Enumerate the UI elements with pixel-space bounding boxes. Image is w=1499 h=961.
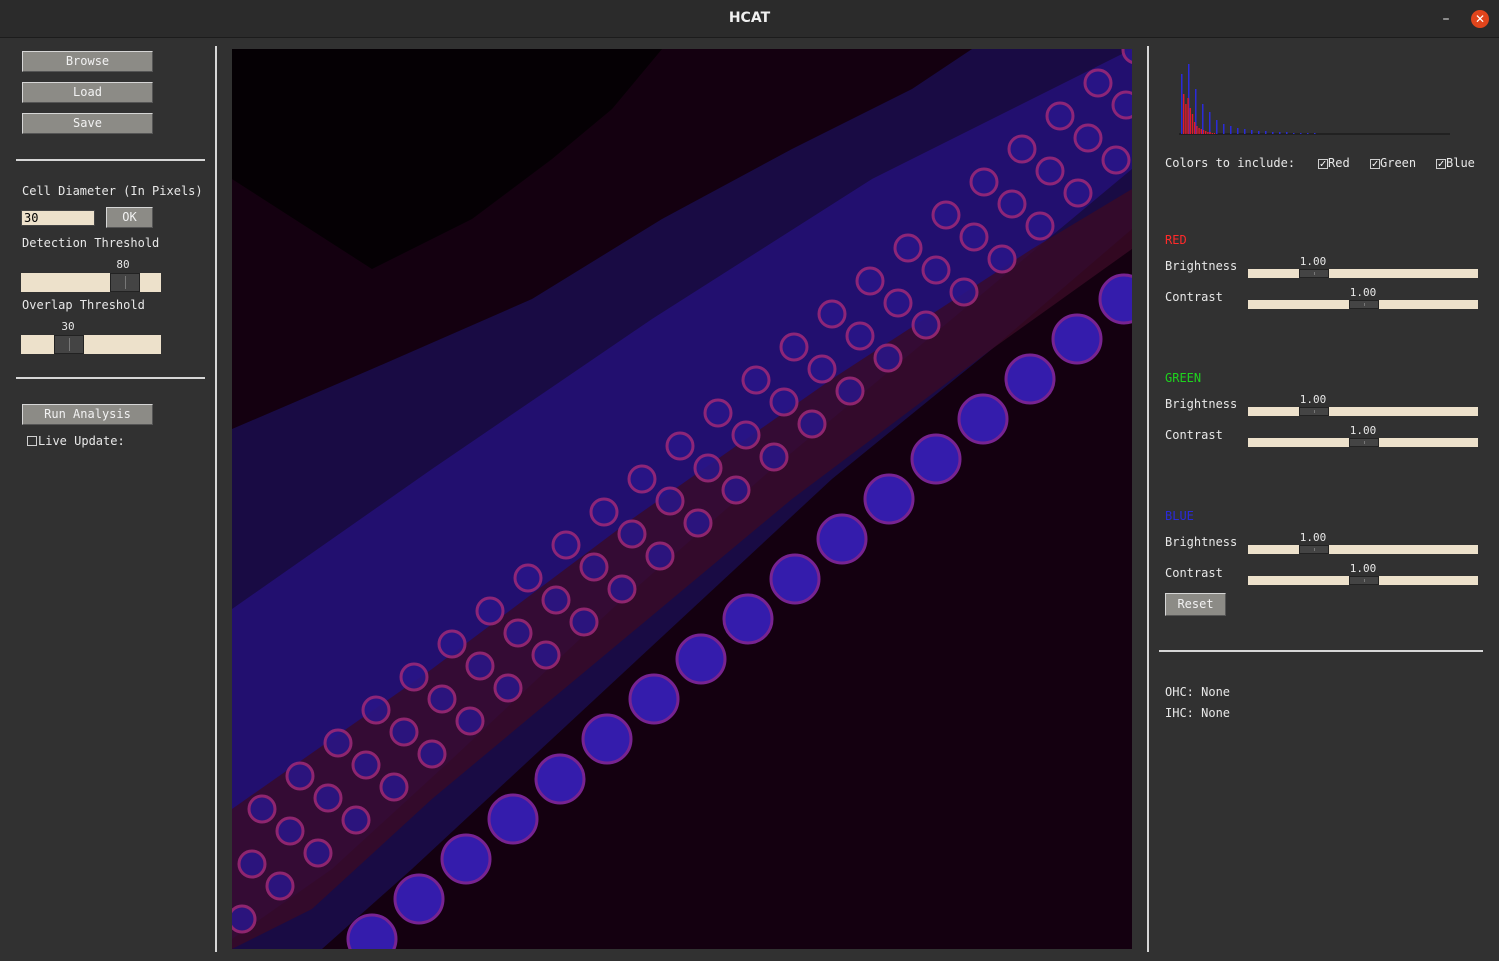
title-bar: HCAT – ✕ xyxy=(0,0,1499,38)
blue-contrast-value: 1.00 xyxy=(1349,562,1377,575)
microscopy-image xyxy=(232,49,1132,949)
blue-brightness-value: 1.00 xyxy=(1299,531,1327,544)
blue-contrast-label: Contrast xyxy=(1165,566,1223,580)
blue-contrast-slider-thumb[interactable] xyxy=(1349,576,1379,585)
overlap-threshold-label: Overlap Threshold xyxy=(22,298,145,312)
red-brightness-value: 1.00 xyxy=(1299,255,1327,268)
blue-channel-title: BLUE xyxy=(1165,509,1194,523)
red-brightness-slider-thumb[interactable] xyxy=(1299,269,1329,278)
blue-brightness-label: Brightness xyxy=(1165,535,1238,549)
green-contrast-label: Contrast xyxy=(1165,428,1223,442)
green-contrast-slider-thumb[interactable] xyxy=(1349,438,1379,447)
right-separator xyxy=(1159,650,1483,652)
blue-brightness-slider-thumb[interactable] xyxy=(1299,545,1329,554)
browse-button[interactable]: Browse xyxy=(22,51,153,72)
ok-button[interactable]: OK xyxy=(106,207,153,228)
live-update-label: Live Update: xyxy=(38,434,125,448)
red-contrast-slider[interactable] xyxy=(1248,300,1478,309)
minimize-icon[interactable]: – xyxy=(1438,6,1454,30)
blue-checkbox-label: Blue xyxy=(1446,156,1475,170)
green-brightness-slider-thumb[interactable] xyxy=(1299,407,1329,416)
histogram xyxy=(1179,64,1450,135)
red-brightness-label: Brightness xyxy=(1165,259,1238,273)
blue-contrast-slider[interactable] xyxy=(1248,576,1478,585)
load-button[interactable]: Load xyxy=(22,82,153,103)
left-separator-bottom xyxy=(16,377,205,379)
ohc-count: OHC: None xyxy=(1165,685,1231,699)
right-divider xyxy=(1147,46,1149,952)
cell-diameter-input[interactable]: 30 xyxy=(21,210,95,226)
reset-button[interactable]: Reset xyxy=(1165,593,1226,616)
red-contrast-slider-thumb[interactable] xyxy=(1349,300,1379,309)
detection-threshold-slider-thumb[interactable] xyxy=(110,273,140,292)
blue-checkbox[interactable]: ✓ xyxy=(1436,158,1446,169)
colors-include-label: Colors to include: xyxy=(1165,156,1296,170)
run-analysis-button[interactable]: Run Analysis xyxy=(22,404,153,425)
red-contrast-label: Contrast xyxy=(1165,290,1223,304)
blue-brightness-slider[interactable] xyxy=(1248,545,1478,554)
green-brightness-slider[interactable] xyxy=(1248,407,1478,416)
window-title: HCAT xyxy=(728,10,771,26)
red-brightness-slider[interactable] xyxy=(1248,269,1478,278)
red-contrast-value: 1.00 xyxy=(1349,286,1377,299)
close-icon[interactable]: ✕ xyxy=(1471,10,1489,28)
red-checkbox[interactable]: ✓ xyxy=(1318,158,1328,169)
overlap-threshold-value: 30 xyxy=(61,320,75,333)
green-contrast-slider[interactable] xyxy=(1248,438,1478,447)
left-separator-top xyxy=(16,159,205,161)
detection-threshold-label: Detection Threshold xyxy=(22,236,160,250)
save-button[interactable]: Save xyxy=(22,113,153,134)
green-checkbox-label: Green xyxy=(1380,156,1417,170)
image-canvas[interactable] xyxy=(232,49,1132,949)
green-brightness-label: Brightness xyxy=(1165,397,1238,411)
detection-threshold-slider[interactable] xyxy=(21,273,161,292)
left-divider xyxy=(215,46,217,952)
green-checkbox[interactable]: ✓ xyxy=(1370,158,1380,169)
overlap-threshold-slider[interactable] xyxy=(21,335,161,354)
green-channel-title: GREEN xyxy=(1165,371,1202,385)
green-brightness-value: 1.00 xyxy=(1299,393,1327,406)
overlap-threshold-slider-thumb[interactable] xyxy=(54,335,84,354)
ihc-count: IHC: None xyxy=(1165,706,1231,720)
live-update-checkbox[interactable] xyxy=(27,436,37,446)
red-channel-title: RED xyxy=(1165,233,1187,247)
red-checkbox-label: Red xyxy=(1328,156,1350,170)
green-contrast-value: 1.00 xyxy=(1349,424,1377,437)
detection-threshold-value: 80 xyxy=(116,258,130,271)
cell-diameter-label: Cell Diameter (In Pixels) xyxy=(22,184,203,198)
